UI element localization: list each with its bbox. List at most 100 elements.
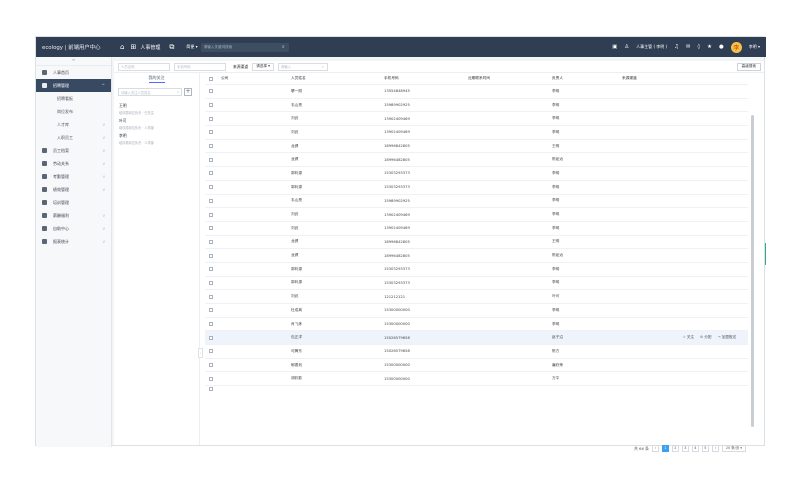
table-row[interactable]: 杜成离 15300000000 李明 <box>205 304 748 318</box>
search-icon[interactable]: ⌕ <box>177 90 179 94</box>
panel-collapse-handle[interactable]: › <box>198 348 203 358</box>
col-phone[interactable]: 手机号码 <box>384 76 468 81</box>
follow-contact[interactable]: 王明 培训类岗位负责 · 已关注 <box>114 100 199 115</box>
global-search-input[interactable]: 请输入关键词搜索 ⌕ <box>200 42 289 52</box>
calendar-icon[interactable]: ▣ <box>612 44 617 50</box>
table-row[interactable]: 龙健 18996842805 王明 <box>205 236 748 250</box>
sidebar-item-training[interactable]: 培训管理 <box>36 196 111 209</box>
brand-title[interactable]: ecology | 前端用户中心 <box>36 43 114 51</box>
sidebar-item-attendance[interactable]: 考勤管理 v <box>36 170 111 183</box>
add-follow-button[interactable]: + <box>184 88 192 96</box>
table-row[interactable]: 龙健 18996482805 陈如远 <box>205 153 748 168</box>
table-row[interactable]: 刘武 13902409469 李明 <box>205 126 748 140</box>
avatar[interactable]: 李 <box>730 41 742 53</box>
row-checkbox[interactable] <box>209 294 213 299</box>
search-scope-select[interactable]: 简便 ▾ <box>186 44 197 50</box>
home-icon[interactable]: ⌂ <box>120 43 124 51</box>
search-icon[interactable]: ⌕ <box>282 44 285 50</box>
sidebar-collapse-button[interactable]: ≡ <box>36 57 111 66</box>
col-source[interactable]: 来源渠道 <box>622 76 748 81</box>
table-row[interactable]: 韦山亮 15989902925 李明 <box>205 99 748 113</box>
table-row[interactable]: 刘武 13902409469 李明 <box>205 222 748 236</box>
sidebar-item-payroll[interactable]: 薪酬福利 v <box>36 209 111 222</box>
search-icon[interactable]: ⌕ <box>322 65 324 69</box>
table-row[interactable]: 攀一刚 13554848945 李明 <box>205 85 748 99</box>
table-row[interactable]: 肖飞炼 15300000000 李明 <box>205 318 748 332</box>
table-row[interactable]: 韦山亮 15989902925 李明 <box>205 195 748 209</box>
page-size-select[interactable]: 20 条/页 ▾ <box>721 445 746 452</box>
table-row[interactable]: 郭利源 15303293373 李明 <box>205 277 748 291</box>
page-2[interactable]: 2 <box>671 445 679 452</box>
feedback-edge-tab[interactable] <box>765 243 766 265</box>
sidebar-item-hr-home[interactable]: 人事首页 <box>36 66 111 79</box>
message-icon[interactable]: ✉ <box>686 44 691 50</box>
name-filter-input[interactable]: 人员名称 <box>118 62 170 71</box>
keyword-search-input[interactable]: 请输入 ⌕ <box>277 62 328 71</box>
sidebar-item-labor[interactable]: 劳动关系 v <box>36 157 111 170</box>
sidebar-subitem-talent-pool[interactable]: 人才库 v <box>36 118 111 131</box>
sidebar-subitem-jobs[interactable]: 岗位发布 <box>36 105 111 118</box>
sidebar-item-self-service[interactable]: 自助中心 v <box>36 222 111 235</box>
user-role-name[interactable]: 人事主管 ( 李明 ) <box>636 44 667 50</box>
page-3[interactable]: 3 <box>681 445 689 452</box>
row-checkbox[interactable] <box>209 157 213 162</box>
row-checkbox[interactable] <box>209 212 213 217</box>
row-checkbox[interactable] <box>209 185 213 190</box>
row-checkbox[interactable] <box>209 376 213 381</box>
follow-search-input[interactable]: 请输入关注人员姓名 ⌕ <box>118 88 182 96</box>
col-last-contact[interactable]: 近期联系时间 <box>468 76 552 81</box>
sidebar-item-employee-files[interactable]: 员工档案 v <box>36 144 111 157</box>
push-action-button[interactable]: → 加盟推送 <box>717 335 736 340</box>
row-checkbox[interactable] <box>209 103 213 108</box>
row-checkbox[interactable] <box>209 308 213 313</box>
row-checkbox[interactable] <box>209 363 213 368</box>
page-4[interactable]: 4 <box>691 445 699 452</box>
table-row[interactable]: 郁德划 15300000000 廉欣荣 <box>205 359 748 373</box>
follow-contact[interactable]: 叶可 培训类岗位负责 · 人事部 <box>114 115 199 130</box>
row-checkbox[interactable] <box>209 116 213 121</box>
row-checkbox[interactable] <box>209 335 213 340</box>
row-checkbox[interactable] <box>209 130 213 135</box>
table-row[interactable]: 刘武 13902409469 李明 <box>205 112 748 127</box>
page-5[interactable]: 5 <box>701 445 709 452</box>
table-row[interactable]: 龙健 18996842805 王明 <box>205 140 748 154</box>
sidebar-subitem-board[interactable]: 招聘看板 <box>36 92 111 105</box>
table-row[interactable] <box>205 386 748 392</box>
org-icon[interactable]: ⧉ <box>169 43 174 52</box>
sidebar-item-reports[interactable]: 报表统计 v <box>36 235 111 248</box>
table-row[interactable]: 刘武 121212121 叶可 <box>205 290 748 304</box>
row-checkbox[interactable] <box>209 226 213 231</box>
page-1[interactable]: 1 <box>661 445 669 452</box>
follow-action-button[interactable]: ☆ 关注 <box>683 335 695 340</box>
row-checkbox[interactable] <box>209 349 213 354</box>
row-checkbox[interactable] <box>209 89 213 94</box>
tab-my-follows[interactable]: 我的关注 <box>114 73 199 84</box>
assign-action-button[interactable]: ⊘ 分配 <box>700 335 711 340</box>
favorite-star-icon[interactable]: ★ <box>707 44 712 50</box>
chat-icon[interactable]: ● <box>719 44 724 50</box>
user-icon[interactable]: ♙ <box>624 44 629 50</box>
table-row[interactable]: 胡彩影 15300000000 万平 <box>205 372 748 387</box>
sidebar-item-recruitment[interactable]: 招聘管理 ^ <box>36 79 111 92</box>
table-row[interactable]: 刘武 13902409469 李明 <box>205 208 748 222</box>
row-checkbox[interactable] <box>209 198 213 203</box>
phone-filter-input[interactable]: 手机号码 <box>174 62 226 71</box>
row-checkbox[interactable] <box>209 239 213 244</box>
table-scrollbar[interactable] <box>751 115 754 427</box>
advanced-search-button[interactable]: 高级搜索 <box>736 62 761 71</box>
bag-icon[interactable]: ◊ <box>697 44 700 50</box>
row-checkbox[interactable] <box>209 253 213 258</box>
table-row[interactable]: 可腾东 15026579658 陈方 <box>205 345 748 359</box>
select-all-checkbox[interactable] <box>209 76 213 81</box>
row-checkbox[interactable] <box>209 171 213 176</box>
module-name[interactable]: 人事管理 <box>140 44 160 51</box>
row-checkbox[interactable] <box>209 322 213 327</box>
table-row[interactable]: 郭利源 15303293373 李明 <box>205 181 748 195</box>
row-checkbox[interactable] <box>209 280 213 285</box>
row-checkbox[interactable] <box>209 387 213 392</box>
sidebar-subitem-onboarding[interactable]: 入职员工 v <box>36 131 111 144</box>
user-menu[interactable]: 李明 ▾ <box>749 44 760 50</box>
follow-contact[interactable]: 李明 培训类岗位负责 · 人事部 <box>114 130 199 145</box>
sidebar-item-performance[interactable]: 绩效管理 v <box>36 183 111 196</box>
app-grid-icon[interactable]: ⊞ <box>130 43 136 51</box>
